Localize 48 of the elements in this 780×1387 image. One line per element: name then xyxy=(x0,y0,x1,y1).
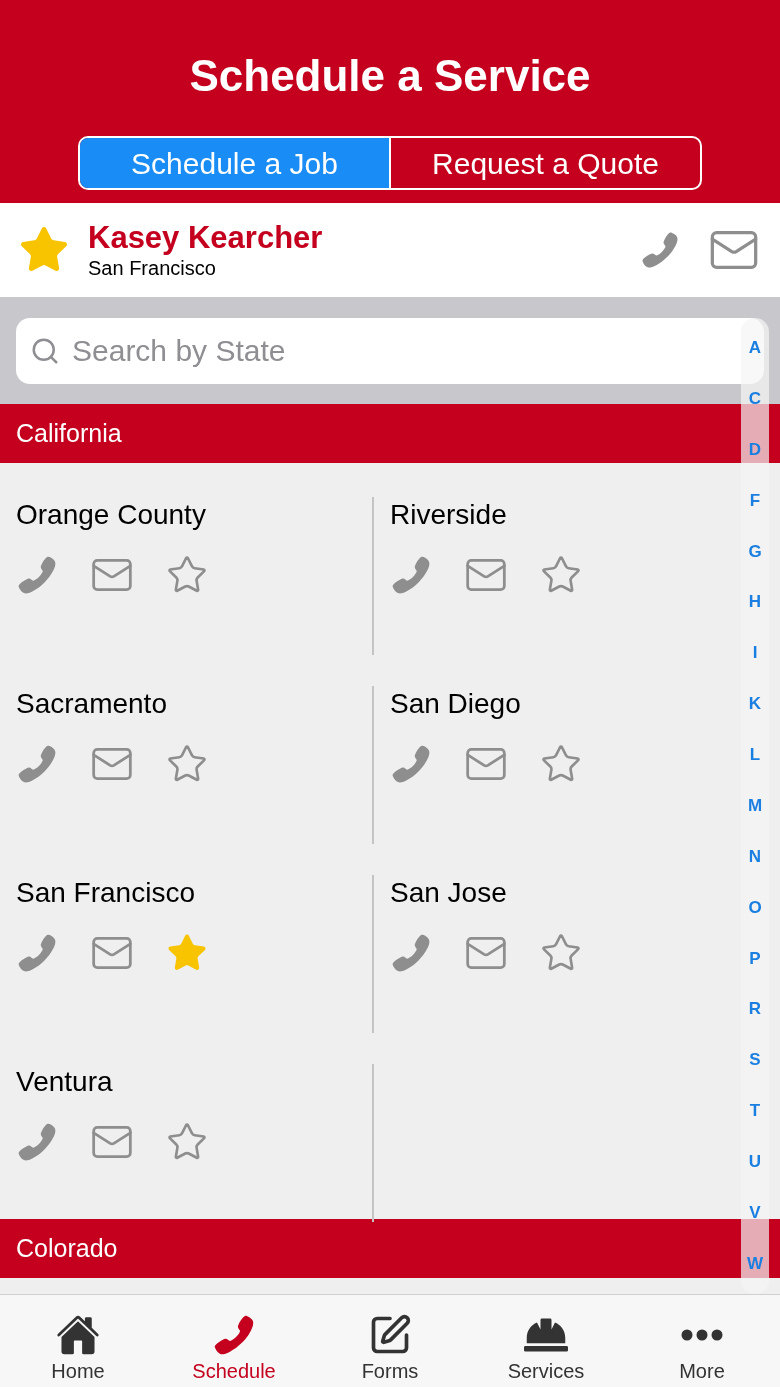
location-name: Orange County xyxy=(16,498,206,532)
segment-tab[interactable]: Schedule a Job xyxy=(80,138,389,188)
index-letter[interactable]: G xyxy=(748,541,762,562)
tab-bar-item[interactable]: More xyxy=(624,1295,780,1387)
profile-name: Kasey Kearcher xyxy=(88,220,323,256)
tab-bar-item[interactable]: Home xyxy=(0,1295,156,1387)
phone-icon[interactable] xyxy=(16,1121,58,1163)
index-letter[interactable]: W xyxy=(746,1253,763,1274)
phone-icon[interactable] xyxy=(390,743,432,785)
tab-bar-item[interactable]: Forms xyxy=(312,1295,468,1387)
index-letter[interactable]: H xyxy=(748,592,762,613)
index-letter[interactable]: O xyxy=(748,897,762,918)
location-name: Sacramento xyxy=(16,687,167,721)
location-name: San Francisco xyxy=(16,876,195,910)
index-letter[interactable]: I xyxy=(752,643,758,664)
phone-icon[interactable] xyxy=(390,554,432,596)
index-letter[interactable]: C xyxy=(748,388,762,409)
index-letter[interactable]: R xyxy=(748,999,762,1020)
location-name: San Jose xyxy=(390,876,507,910)
phone-icon[interactable] xyxy=(390,932,432,974)
index-letter[interactable]: L xyxy=(749,745,761,765)
index-letter[interactable]: V xyxy=(749,1202,761,1223)
phone-icon[interactable] xyxy=(16,743,58,785)
page-title: Schedule a Service xyxy=(189,50,591,102)
index-letter[interactable]: T xyxy=(749,1101,761,1122)
index-letter[interactable]: N xyxy=(748,846,762,867)
tab-bar-item[interactable]: Services xyxy=(468,1295,624,1387)
index-letter[interactable]: K xyxy=(748,694,762,715)
index-letter[interactable]: U xyxy=(748,1152,762,1172)
index-letter[interactable]: S xyxy=(749,1050,761,1071)
location-name: Riverside xyxy=(390,498,507,532)
index-letter[interactable]: F xyxy=(749,490,761,511)
profile-location: San Francisco xyxy=(88,256,217,280)
location-name: Ventura xyxy=(16,1065,113,1099)
phone-icon[interactable] xyxy=(640,230,680,270)
tab-bar-item[interactable]: Schedule xyxy=(156,1295,312,1387)
index-letter[interactable]: M xyxy=(747,795,763,816)
location-name: San Diego xyxy=(390,687,521,721)
search-input[interactable]: Search by State xyxy=(72,328,672,373)
index-letter[interactable]: A xyxy=(748,338,762,358)
home-icon xyxy=(56,1313,100,1357)
index-letter[interactable]: P xyxy=(749,948,761,969)
more-icon xyxy=(681,1329,723,1341)
index-letter[interactable]: D xyxy=(748,439,762,460)
phone-icon[interactable] xyxy=(16,932,58,974)
phone-icon[interactable] xyxy=(16,554,58,596)
segment-tab[interactable]: Request a Quote xyxy=(389,138,700,188)
phone-icon xyxy=(212,1313,256,1357)
